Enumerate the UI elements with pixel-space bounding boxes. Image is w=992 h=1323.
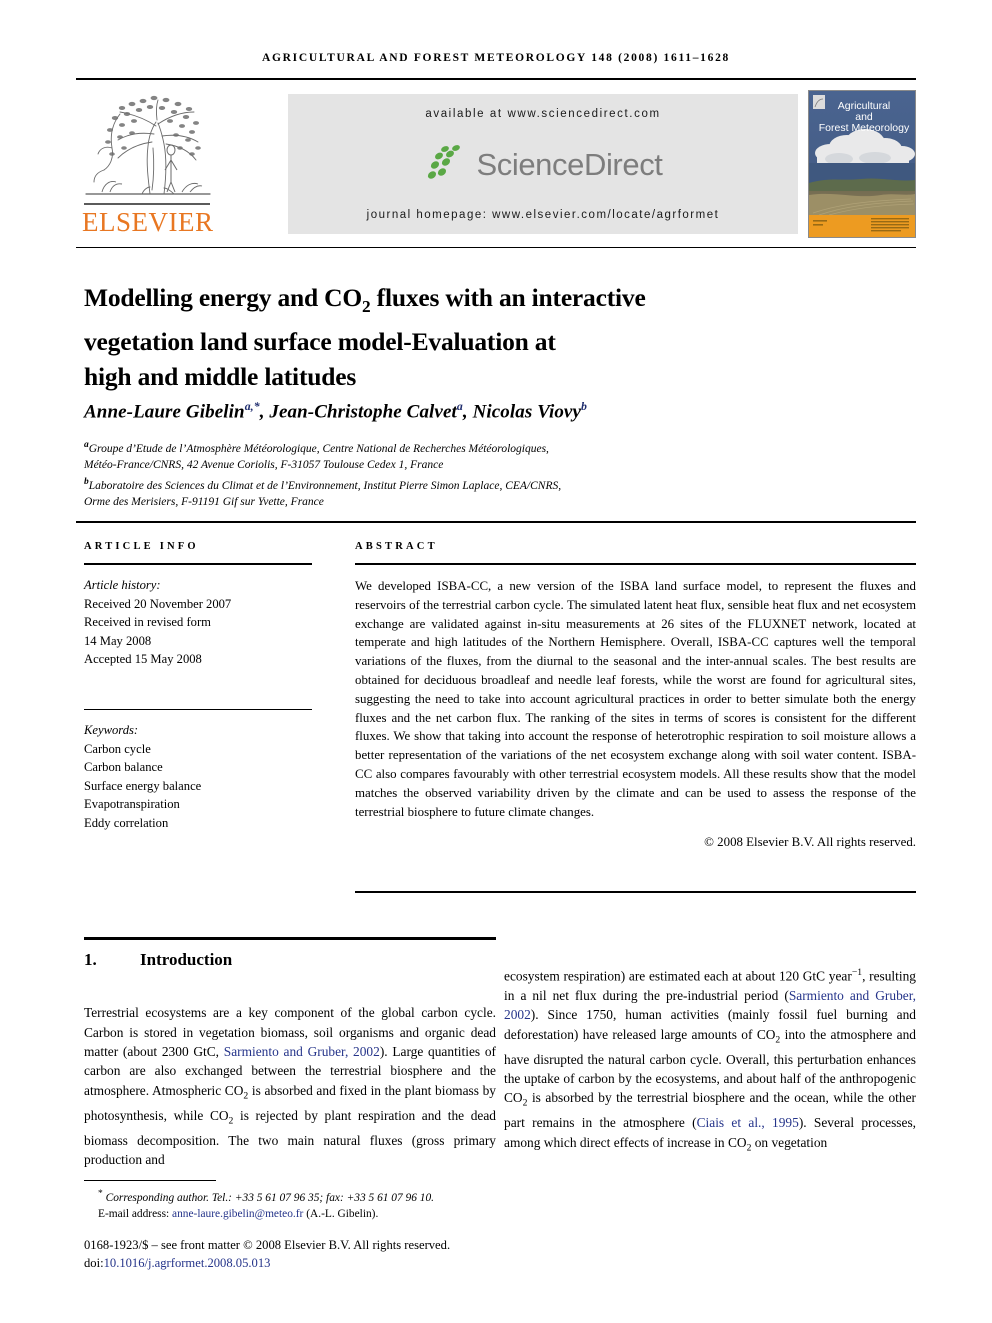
affiliation-list: aGroupe d’Etude de l’Atmosphère Météorol… — [84, 437, 864, 511]
introduction-heading: 1. Introduction — [84, 950, 496, 970]
masthead-rule — [76, 247, 916, 248]
article-history-item: Accepted 15 May 2008 — [84, 652, 202, 667]
elsevier-wordmark: ELSEVIER — [82, 206, 214, 237]
title-subscript: 2 — [362, 297, 371, 317]
article-history-item: Received 20 November 2007 — [84, 596, 232, 611]
affiliation-line: Groupe d’Etude de l’Atmosphère Météorolo… — [88, 442, 549, 455]
journal-article-page: Agricultural and forest meteorology 148 … — [0, 0, 992, 1323]
keyword-item: Surface energy balance — [84, 778, 202, 793]
keyword-item: Evapotranspiration — [84, 797, 180, 812]
elsevier-tree-icon — [82, 90, 214, 202]
masthead: ELSEVIER available at www.sciencedirect.… — [76, 88, 916, 238]
abstract-text: We developed ISBA-CC, a new version of t… — [355, 579, 916, 819]
doi-label: doi: — [84, 1255, 104, 1270]
footnote-rule — [84, 1180, 216, 1181]
author-affiliation-mark[interactable]: b — [581, 400, 587, 413]
title-line-3: high and middle latitudes — [84, 362, 357, 392]
body-column-right: ecosystem respiration) are estimated eac… — [504, 950, 916, 1171]
doi-line: doi:10.1016/j.agrformet.2008.05.013 — [84, 1255, 564, 1273]
email-owner: (A.-L. Gibelin). — [306, 1208, 379, 1221]
doi-link[interactable]: 10.1016/j.agrformet.2008.05.013 — [104, 1256, 271, 1270]
authors-rule — [76, 521, 916, 523]
keyword-item: Eddy correlation — [84, 815, 169, 830]
keywords-rule — [84, 708, 312, 710]
journal-cover-thumbnail[interactable]: Agricultural and Forest Meteorology — [808, 90, 916, 238]
page-title: Modelling energy and CO2 fluxes with an … — [84, 280, 824, 394]
keywords-label: Keywords: — [84, 722, 139, 737]
article-history-item: Received in revised form — [84, 615, 211, 630]
title-line-1-part-a: Modelling energy and CO — [84, 283, 363, 313]
affiliation-item: aGroupe d’Etude de l’Atmosphère Météorol… — [84, 437, 864, 474]
article-info-section: Article info Article history: Received 2… — [84, 541, 312, 833]
introduction-rule — [84, 937, 496, 940]
footnote-text: Corresponding author. Tel.: +33 5 61 07 … — [105, 1191, 435, 1204]
keyword-item: Carbon cycle — [84, 741, 151, 756]
keywords-block: Keywords: Carbon cycle Carbon balance Su… — [84, 721, 312, 833]
imprint-block: 0168-1923/$ – see front matter © 2008 El… — [84, 1237, 564, 1272]
abstract-copyright: © 2008 Elsevier B.V. All rights reserved… — [704, 835, 916, 850]
article-info-rule — [84, 563, 312, 565]
exponent: −1 — [851, 967, 863, 979]
article-info-heading: Article info — [84, 541, 199, 552]
keyword-item: Carbon balance — [84, 760, 163, 775]
abstract-rule — [355, 563, 916, 565]
affiliation-line: Météo-France/CNRS, 42 Avenue Coriolis, F… — [84, 459, 444, 472]
sciencedirect-leaf-icon — [428, 144, 461, 179]
author-name: Anne-Laure Gibelin — [84, 401, 245, 423]
elsevier-divider — [84, 203, 210, 205]
elsevier-logo[interactable]: ELSEVIER — [82, 90, 214, 238]
section-title: Introduction — [140, 950, 233, 969]
affiliation-line: Laboratoire des Sciences du Climat et de… — [88, 479, 562, 492]
corresponding-author-footnote: * Corresponding author. Tel.: +33 5 61 0… — [84, 1186, 504, 1223]
article-history-item: 14 May 2008 — [84, 633, 152, 648]
affiliation-item: bLaboratoire des Sciences du Climat et d… — [84, 474, 864, 511]
article-history: Article history: Received 20 November 20… — [84, 576, 312, 669]
abstract-section: Abstract We developed ISBA-CC, a new ver… — [355, 541, 916, 850]
citation-link[interactable]: Sarmiento and Gruber, 2002 — [224, 1044, 380, 1059]
abstract-heading: Abstract — [355, 541, 438, 552]
author-affiliation-mark[interactable]: a,* — [245, 400, 260, 413]
body-column-left: Terrestrial ecosystems are a key compone… — [84, 990, 496, 1183]
citation-link[interactable]: Ciais et al., 1995 — [697, 1115, 799, 1130]
author-name: Nicolas Viovy — [472, 401, 581, 423]
header-rule — [76, 78, 916, 80]
footnote-marker: * — [98, 1189, 103, 1199]
author-list: Anne-Laure Gibelina,*, Jean-Christophe C… — [84, 400, 587, 423]
title-line-2: vegetation land surface model-Evaluation… — [84, 327, 556, 357]
body-text-run: on vegetation — [751, 1134, 828, 1150]
issn-line: 0168-1923/$ – see front matter © 2008 El… — [84, 1238, 451, 1252]
body-paragraph: ecosystem respiration) are estimated eac… — [504, 963, 916, 1157]
available-at-text: available at www.sciencedirect.com — [425, 108, 661, 120]
sciencedirect-banner: available at www.sciencedirect.com Scien… — [288, 94, 798, 234]
article-history-label: Article history: — [84, 578, 161, 592]
title-line-1-part-b: fluxes with an interactive — [370, 283, 646, 313]
body-text-run: ecosystem respiration) are estimated eac… — [504, 968, 852, 984]
svg-text:Forest Meteorology: Forest Meteorology — [819, 122, 910, 134]
author-affiliation-mark[interactable]: a — [457, 400, 463, 413]
section-number: 1. — [84, 950, 97, 969]
abstract-bottom-rule — [355, 891, 916, 893]
email-link[interactable]: anne-laure.gibelin@meteo.fr — [172, 1208, 303, 1220]
email-label: E-mail address: — [98, 1208, 170, 1221]
affiliation-line: Orme des Merisiers, F-91191 Gif sur Yvet… — [84, 496, 324, 509]
running-head: Agricultural and forest meteorology 148 … — [262, 52, 730, 64]
author-name: Jean-Christophe Calvet — [269, 401, 457, 423]
body-paragraph: Terrestrial ecosystems are a key compone… — [84, 1003, 496, 1169]
journal-homepage-text[interactable]: journal homepage: www.elsevier.com/locat… — [367, 209, 720, 221]
sciencedirect-logo[interactable]: ScienceDirect — [423, 143, 663, 187]
sciencedirect-wordmark: ScienceDirect — [476, 146, 663, 182]
